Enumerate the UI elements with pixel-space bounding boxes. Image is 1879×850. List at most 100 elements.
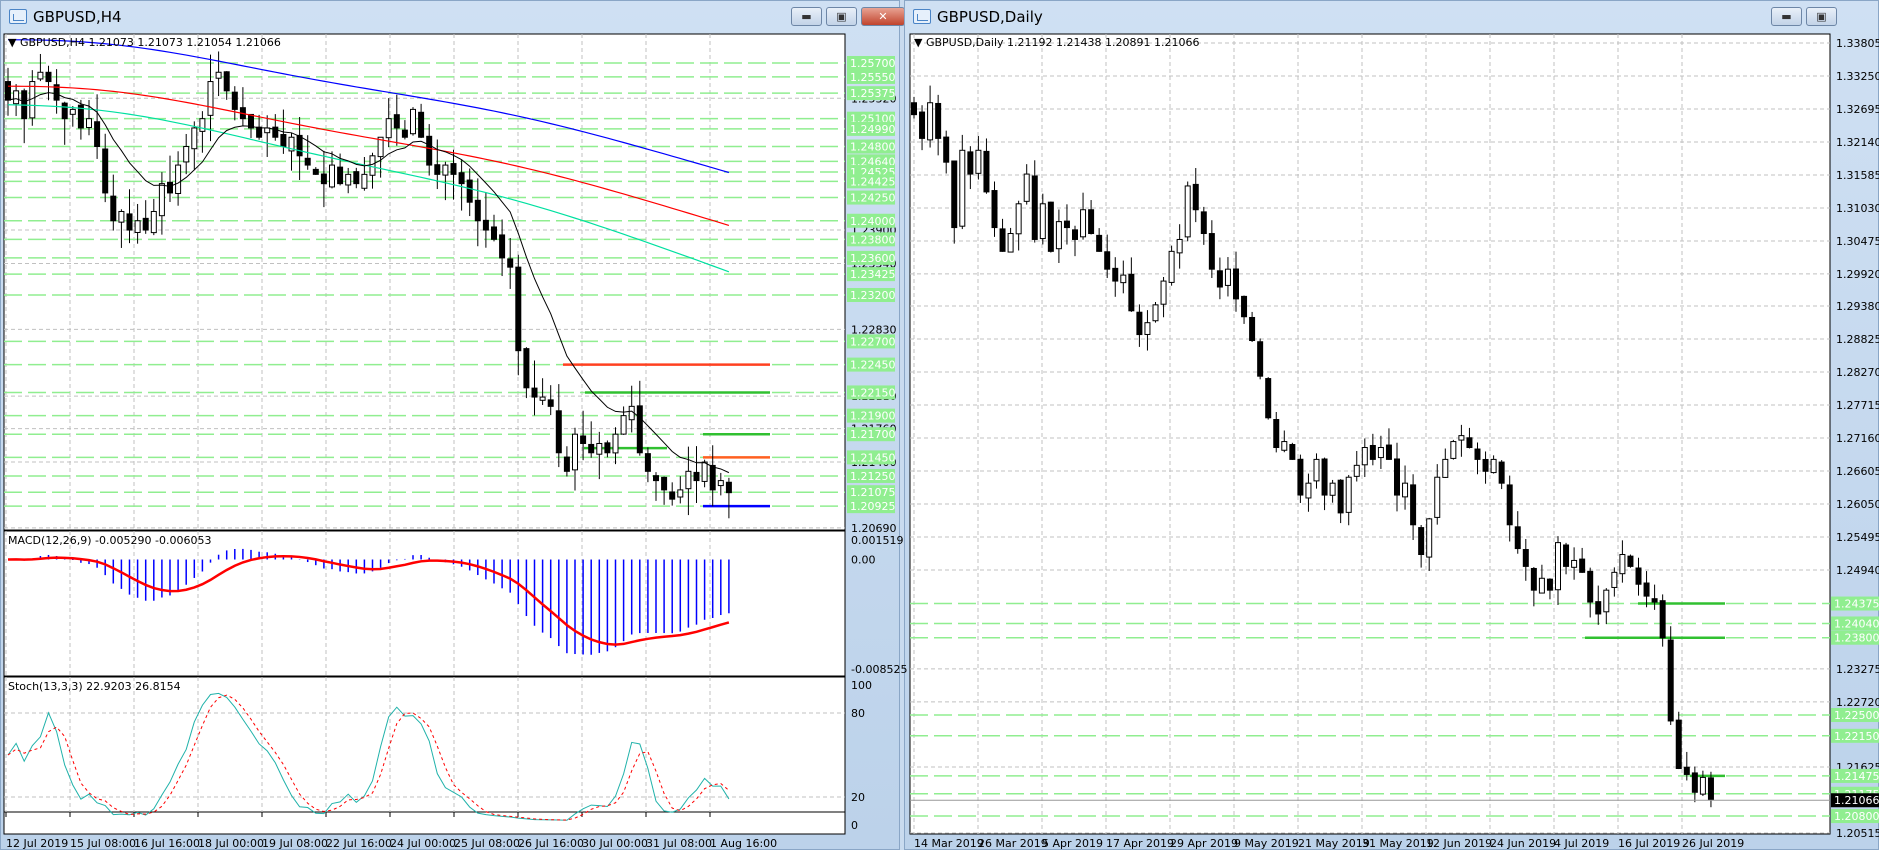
h4-candle (685, 470, 692, 490)
date-tick-label: 18 Jul 00:00 (198, 837, 264, 850)
daily-candle (1699, 776, 1706, 795)
daily-candle (1128, 273, 1135, 312)
daily-candle (1571, 559, 1578, 568)
macd-axis-label: -0.008525 (851, 663, 907, 676)
h4-candle (183, 146, 190, 163)
level-price-label: 1.22150 (1834, 730, 1879, 743)
h4-candle (37, 71, 44, 80)
h4-candle (491, 226, 497, 240)
level-price-label: 1.25700 (850, 57, 896, 70)
h4-candle (304, 157, 311, 166)
h4-candle (13, 90, 20, 105)
stoch-pane (3, 676, 846, 813)
h4-candle (612, 433, 619, 454)
h4-candle (701, 461, 708, 482)
h4-candle (191, 127, 198, 150)
price-axis-label: 1.20690 (851, 522, 897, 535)
h4-candle (450, 163, 457, 175)
daily-candle (1273, 419, 1280, 449)
daily-chart-header: ▼ GBPUSD,Daily 1.21192 1.21438 1.20891 1… (914, 36, 1200, 49)
h4-candle (207, 81, 214, 116)
daily-candle (1297, 458, 1304, 496)
h4-candle (572, 433, 578, 471)
h4-candle (126, 213, 133, 231)
stoch-header: Stoch(13,3,3) 22.9203 26.8154 (8, 680, 181, 693)
level-price-label: 1.24375 (1834, 598, 1879, 611)
level-price-label: 1.22500 (1834, 709, 1879, 722)
h4-candle (539, 396, 546, 401)
date-tick-label: 21 May 2019 (1298, 837, 1370, 850)
date-tick-label: 24 Jun 2019 (1490, 837, 1556, 850)
h4-candle (150, 210, 157, 234)
h4-candle (604, 442, 611, 454)
daily-candle (1200, 211, 1207, 235)
date-tick-label: 26 Jul 2019 (1682, 837, 1744, 850)
daily-candle (983, 150, 990, 193)
daily-candle (1007, 233, 1014, 253)
level-price-label: 1.25375 (850, 87, 896, 100)
level-price-label: 1.21075 (850, 486, 896, 499)
h4-candle (142, 217, 149, 231)
h4-candle (725, 481, 732, 494)
daily-candle (1659, 600, 1666, 639)
daily-candle (1377, 447, 1384, 459)
level-price-label: 1.21450 (850, 451, 896, 464)
h4-candle (458, 172, 465, 185)
daily-candle (1136, 311, 1143, 336)
daily-candle (1216, 270, 1223, 288)
daily-candle (911, 102, 917, 116)
daily-candle (951, 160, 958, 229)
price-axis-label: 1.31030 (1836, 202, 1879, 215)
date-tick-label: 12 Jul 2019 (6, 837, 68, 850)
h4-candle (636, 405, 643, 454)
date-tick-label: 9 May 2019 (1234, 837, 1299, 850)
daily-candle (1595, 601, 1602, 615)
level-price-label: 1.23425 (850, 268, 896, 281)
h4-candle (345, 173, 352, 186)
daily-candle (1538, 577, 1545, 594)
h4-chart-header: ▼ GBPUSD,H4 1.21073 1.21073 1.21054 1.21… (8, 36, 281, 49)
price-axis-label: 1.24940 (1836, 564, 1879, 577)
daily-candle (1080, 209, 1087, 238)
level-price-label: 1.21475 (1834, 770, 1879, 783)
daily-candle (1643, 582, 1650, 597)
h4-candle (474, 199, 481, 222)
daily-candle (1587, 570, 1594, 603)
date-tick-label: 16 Jul 16:00 (134, 837, 200, 850)
daily-candle (1418, 527, 1425, 556)
h4-candle (110, 195, 117, 222)
price-axis-label: 1.28825 (1836, 333, 1879, 346)
level-price-label: 1.22450 (850, 359, 896, 372)
price-axis-label: 1.29920 (1836, 268, 1879, 281)
h4-candle (337, 166, 344, 185)
daily-candle (1281, 441, 1288, 451)
level-price-label: 1.20800 (1834, 810, 1879, 823)
h4-candle (86, 118, 92, 128)
h4-candle (555, 410, 562, 454)
h4-candle (442, 164, 449, 176)
level-price-label: 1.24250 (850, 192, 896, 205)
daily-candle (1402, 482, 1409, 498)
macd-axis-label: 0.00 (851, 554, 876, 567)
level-price-label: 1.23800 (1834, 632, 1879, 645)
h4-candle (175, 164, 182, 194)
daily-plot-area (909, 33, 1831, 835)
h4-candle (199, 118, 206, 132)
h4-candle (410, 108, 416, 135)
daily-candle (1442, 458, 1449, 478)
daily-candle (919, 111, 926, 139)
h4-candle (596, 442, 603, 455)
h4-candle (661, 476, 668, 491)
charts-canvas[interactable]: 12 Jul 2019 15 Jul 08:0016 Jul 16:0018 Ju… (0, 0, 1879, 850)
h4-candle (61, 102, 68, 120)
daily-candle (1096, 234, 1103, 252)
level-price-label: 1.24800 (850, 141, 896, 154)
level-price-label: 1.24040 (1834, 617, 1879, 630)
daily-candle (1514, 526, 1521, 550)
price-axis-label: 1.33805 (1836, 37, 1879, 50)
price-axis-label: 1.25495 (1836, 531, 1879, 544)
daily-candle (991, 190, 998, 229)
date-tick-label: 26 Jul 16:00 (518, 837, 584, 850)
h4-candle (385, 118, 392, 139)
price-axis-label: 1.27160 (1836, 432, 1879, 445)
